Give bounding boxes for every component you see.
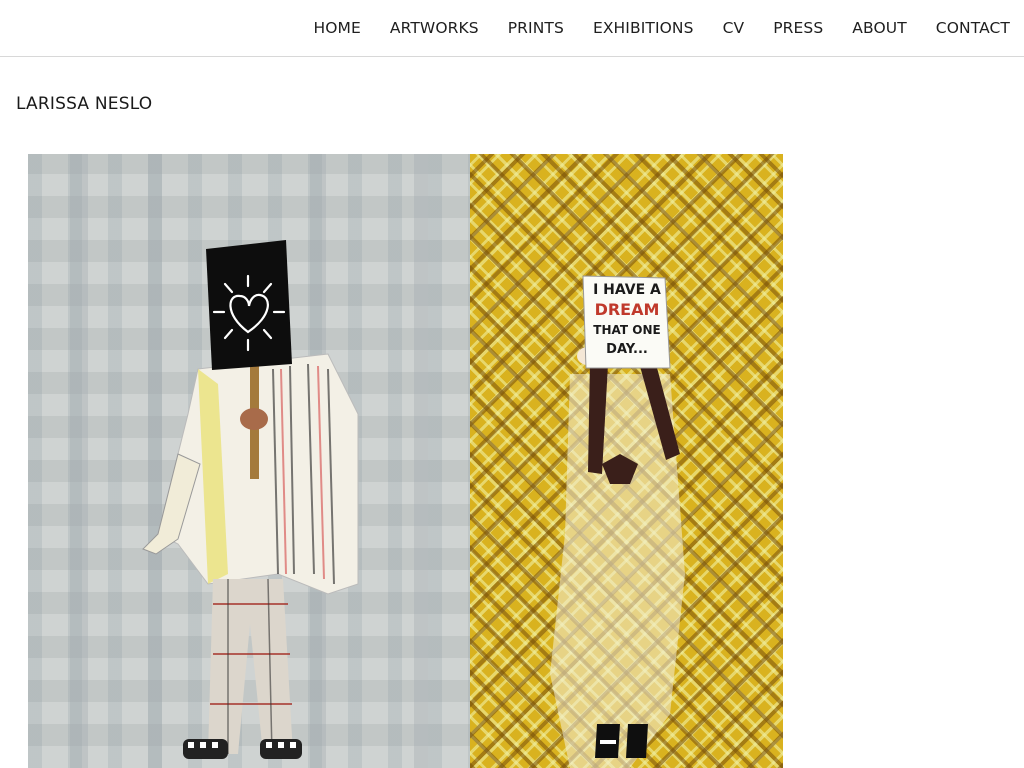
dream-sign-line: THAT ONE [593,323,661,337]
person-with-heart-sign [142,240,359,759]
artist-name-heading: LARISSA NESLO [16,94,153,114]
main-navigation: HOME ARTWORKS PRINTS EXHIBITIONS CV PRES… [284,0,1010,56]
nav-link-artworks[interactable]: ARTWORKS [390,19,479,37]
nav-link-press[interactable]: PRESS [773,19,823,37]
nav-link-cv[interactable]: CV [723,19,745,37]
person-with-dream-sign [550,275,685,768]
dream-sign-line: DAY... [606,342,648,357]
artwork-left-panel [28,154,470,768]
site-header: HOME ARTWORKS PRINTS EXHIBITIONS CV PRES… [0,0,1024,57]
artwork-right-panel: I HAVE A DREAM THAT ONE DAY... [470,154,783,768]
nav-link-prints[interactable]: PRINTS [508,19,564,37]
nav-link-about[interactable]: ABOUT [852,19,906,37]
artwork-image[interactable]: I HAVE A DREAM THAT ONE DAY... [28,154,783,768]
nav-link-home[interactable]: HOME [313,19,360,37]
nav-link-exhibitions[interactable]: EXHIBITIONS [593,19,694,37]
dream-sign-line: DREAM [594,300,660,319]
dream-sign-line: I HAVE A [593,282,661,298]
nav-link-contact[interactable]: CONTACT [936,19,1010,37]
dream-sign-text: I HAVE A DREAM THAT ONE DAY... [586,280,668,360]
